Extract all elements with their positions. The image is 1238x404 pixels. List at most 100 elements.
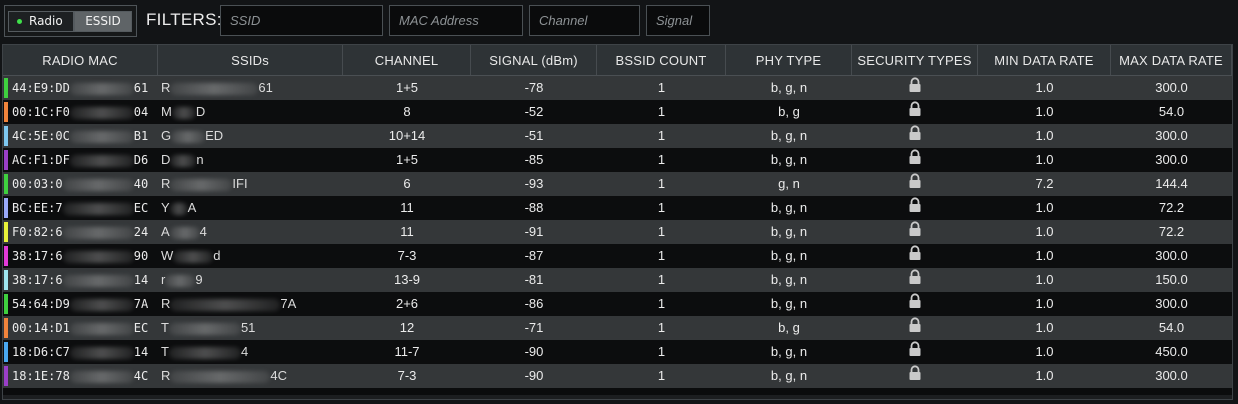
radio-mac-cell: F0:82:6 24 xyxy=(3,220,158,244)
mac-prefix: BC:EE:7 xyxy=(12,201,63,215)
min-data-rate-cell: 1.0 xyxy=(1035,80,1054,95)
lock-icon xyxy=(908,316,922,340)
redacted-mask xyxy=(62,202,134,215)
lock-icon xyxy=(908,124,922,148)
signal-cell: -78 xyxy=(524,80,544,95)
redacted-mask xyxy=(168,322,241,335)
radio-mac-cell: 18:1E:78 4C xyxy=(3,364,158,388)
ssid-cell: MD xyxy=(158,100,343,124)
table-row[interactable]: 18:D6:C7 14 T 4 11-7 -90 1 b, g, n 1.0 450.0 xyxy=(3,340,1232,364)
mac-suffix: 61 xyxy=(133,81,149,95)
security-cell xyxy=(852,364,978,388)
table-row[interactable]: 00:14:D1 EC T 51 12 -71 1 b, g 1.0 54.0 xyxy=(3,316,1232,340)
phy-type-cell: b, g xyxy=(778,320,800,335)
channel-cell: 11 xyxy=(400,224,414,239)
ssid-suffix: D xyxy=(195,104,206,119)
column-header-max-data-rate[interactable]: MAX DATA RATE xyxy=(1111,45,1232,75)
essid-mode-label: ESSID xyxy=(85,14,121,28)
table-row[interactable]: 44:E9:DD 61 R 61 1+5 -78 1 b, g, n 1.0 300.0 xyxy=(3,76,1232,100)
channel-cell: 2+6 xyxy=(395,296,419,311)
lock-icon xyxy=(908,244,922,268)
radio-mac-cell: 44:E9:DD 61 xyxy=(3,76,158,100)
table-row[interactable]: 38:17:6 90 Wd 7-3 -87 1 b, g, n 1.0 300.0 xyxy=(3,244,1232,268)
ssid-prefix: R xyxy=(161,296,171,311)
column-header-min-data-rate[interactable]: MIN DATA RATE xyxy=(978,45,1111,75)
redacted-mask xyxy=(62,274,134,287)
filter-bar: Radio ESSID FILTERS: xyxy=(0,0,1238,42)
mac-prefix: 38:17:6 xyxy=(12,273,63,287)
radio-mac-cell: 18:D6:C7 14 xyxy=(3,340,158,364)
ssid-prefix: A xyxy=(161,224,170,239)
redacted-mask xyxy=(62,178,134,191)
bssid-count-cell: 1 xyxy=(657,344,666,359)
ssid-cell: R 4C xyxy=(158,364,343,388)
ssid-suffix: 4 xyxy=(199,224,207,239)
lock-icon xyxy=(908,340,922,364)
mac-prefix: 54:64:D9 xyxy=(12,297,70,311)
ssid-prefix: R xyxy=(161,176,171,191)
table-row[interactable]: 18:1E:78 4C R 4C 7-3 -90 1 b, g, n 1.0 300.0 xyxy=(3,364,1232,388)
max-data-rate-cell: 72.2 xyxy=(1158,224,1185,239)
radio-mac-cell: 00:14:D1 EC xyxy=(3,316,158,340)
ssid-filter-input[interactable] xyxy=(220,5,383,36)
min-data-rate-cell: 1.0 xyxy=(1035,344,1054,359)
lock-icon xyxy=(908,220,922,244)
ssid-cell: Wd xyxy=(158,244,343,268)
redacted-mask xyxy=(62,250,134,263)
lock-icon xyxy=(908,268,922,292)
max-data-rate-cell: 300.0 xyxy=(1155,296,1188,311)
phy-type-cell: b, g xyxy=(778,104,800,119)
ssid-cell: G ED xyxy=(158,124,343,148)
essid-mode-button[interactable]: ESSID xyxy=(74,11,132,32)
ssid-cell: T4 xyxy=(158,340,343,364)
security-cell xyxy=(852,268,978,292)
channel-filter-input[interactable] xyxy=(529,5,640,36)
security-cell xyxy=(852,316,978,340)
table-row[interactable]: BC:EE:7 EC Y A 11 -88 1 b, g, n 1.0 72.2 xyxy=(3,196,1232,220)
column-header-signal[interactable]: SIGNAL (dBm) xyxy=(471,45,597,75)
ssid-prefix: W xyxy=(161,248,174,263)
table-row[interactable]: AC:F1:DF D6 Dn 1+5 -85 1 b, g, n 1.0 300.0 xyxy=(3,148,1232,172)
mac-prefix: 18:D6:C7 xyxy=(12,345,70,359)
ssid-cell: T 51 xyxy=(158,316,343,340)
bssid-count-cell: 1 xyxy=(657,296,666,311)
table-row[interactable]: F0:82:6 24 A 4 11 -91 1 b, g, n 1.0 72.2 xyxy=(3,220,1232,244)
table-row[interactable]: 4C:5E:0C B1 G ED 10+14 -51 1 b, g, n 1.0 300.0 xyxy=(3,124,1232,148)
min-data-rate-cell: 1.0 xyxy=(1035,104,1054,119)
signal-filter-input[interactable] xyxy=(646,5,710,36)
column-header-phy-type[interactable]: PHY TYPE xyxy=(726,45,852,75)
column-header-ssids[interactable]: SSIDs xyxy=(158,45,343,75)
phy-type-cell: b, g, n xyxy=(770,224,808,239)
min-data-rate-cell: 1.0 xyxy=(1035,152,1054,167)
channel-cell: 1+5 xyxy=(395,80,419,95)
table-row[interactable]: 00:03:0 40 R IFI 6 -93 1 g, n 7.2 144.4 xyxy=(3,172,1232,196)
phy-type-cell: b, g, n xyxy=(770,344,808,359)
security-cell xyxy=(852,196,978,220)
horizontal-scrollbar[interactable] xyxy=(3,395,1232,399)
radio-mode-button[interactable]: Radio xyxy=(8,11,74,32)
min-data-rate-cell: 1.0 xyxy=(1035,320,1054,335)
redacted-mask xyxy=(69,154,134,167)
column-header-security-types[interactable]: SECURITY TYPES xyxy=(852,45,978,75)
security-cell xyxy=(852,172,978,196)
table-row[interactable]: 00:1C:F0 04 M D 8 -52 1 b, g 1.0 54.0 xyxy=(3,100,1232,124)
table-row[interactable]: 38:17:6 14 r 9 13-9 -81 1 b, g, n 1.0 150.0 xyxy=(3,268,1232,292)
redacted-mask xyxy=(165,274,196,287)
redacted-mask xyxy=(168,346,241,359)
mac-suffix: 90 xyxy=(133,249,149,263)
channel-cell: 7-3 xyxy=(397,248,417,263)
phy-type-cell: b, g, n xyxy=(770,200,808,215)
phy-type-cell: b, g, n xyxy=(770,272,808,287)
column-header-bssid-count[interactable]: BSSID COUNT xyxy=(597,45,726,75)
mac-address-filter-input[interactable] xyxy=(389,5,523,36)
ssid-suffix: 7A xyxy=(280,296,297,311)
column-header-radio-mac[interactable]: RADIO MAC xyxy=(3,45,158,75)
channel-cell: 7-3 xyxy=(397,368,417,383)
ssid-suffix: 4C xyxy=(270,368,288,383)
column-header-channel[interactable]: CHANNEL xyxy=(343,45,471,75)
table-row[interactable]: 54:64:D9 7A R 7A 2+6 -86 1 b, g, n 1.0 300.0 xyxy=(3,292,1232,316)
bssid-count-cell: 1 xyxy=(657,320,666,335)
radio-mode-label: Radio xyxy=(29,14,63,28)
bssid-count-cell: 1 xyxy=(657,104,666,119)
redacted-mask xyxy=(69,322,134,335)
